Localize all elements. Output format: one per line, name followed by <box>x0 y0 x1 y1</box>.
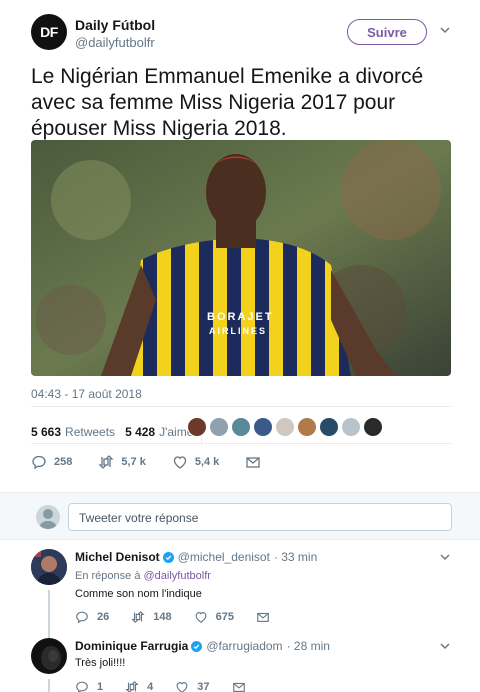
reply-author-name[interactable]: Dominique Farrugia <box>75 639 188 653</box>
divider <box>31 443 451 444</box>
chevron-down-icon[interactable] <box>439 24 451 36</box>
reply-count: 26 <box>97 611 110 623</box>
retweet-icon <box>98 455 114 469</box>
chevron-down-icon[interactable] <box>439 640 451 652</box>
retweet-count: 4 <box>147 681 154 692</box>
tweet-timestamp[interactable]: 04:43 - 17 août 2018 <box>31 387 142 401</box>
reply-time[interactable]: · 28 min <box>287 639 330 653</box>
retweets-label[interactable]: Retweets <box>65 425 115 439</box>
reply-icon <box>32 455 46 470</box>
chevron-down-icon[interactable] <box>439 551 451 563</box>
verified-icon <box>191 640 203 652</box>
thread-line <box>48 679 50 692</box>
reply-tweet: Dominique Farrugia @farrugiadom · 28 min… <box>0 635 480 692</box>
heart-icon <box>176 682 188 692</box>
in-reply-prefix: En réponse à <box>75 570 141 582</box>
avatar[interactable] <box>231 417 251 437</box>
reply-icon <box>76 611 88 624</box>
envelope-icon <box>246 457 260 468</box>
envelope-icon <box>232 682 245 692</box>
reply-header: Dominique Farrugia @farrugiadom · 28 min <box>75 639 330 653</box>
avatar[interactable] <box>31 638 67 674</box>
reply-count: 258 <box>54 456 73 468</box>
tweet-stats: 5 663 Retweets 5 428 J'aime <box>31 419 210 445</box>
retweets-count[interactable]: 5 663 <box>31 425 61 439</box>
likes-count[interactable]: 5 428 <box>125 425 155 439</box>
direct-message-button[interactable] <box>232 680 254 692</box>
like-count: 675 <box>215 611 234 623</box>
reply-button[interactable]: 1 <box>75 680 103 692</box>
author-handle[interactable]: @dailyfutbolfr <box>75 35 155 50</box>
reply-count: 1 <box>97 681 104 692</box>
in-reply-to: En réponse à @dailyfutbolfr <box>75 570 211 582</box>
avatar[interactable] <box>209 417 229 437</box>
author-avatar[interactable]: DF <box>31 14 67 50</box>
retweet-count: 148 <box>153 611 172 623</box>
direct-message-button[interactable] <box>245 454 268 470</box>
reply-author-handle[interactable]: @farrugiadom <box>206 639 282 653</box>
like-count: 5,4 k <box>194 456 220 468</box>
reply-tweet: Michel Denisot @michel_denisot · 33 min … <box>0 540 480 638</box>
tweet-actions: 258 5,7 k 5,4 k <box>31 454 294 470</box>
in-reply-handle[interactable]: @dailyfutbolfr <box>144 570 211 582</box>
jersey-sponsor-text: BORAJET <box>207 311 274 323</box>
main-tweet: DF Daily Fútbol @dailyfutbolfr Suivre Le… <box>0 0 480 492</box>
direct-message-button[interactable] <box>256 610 278 624</box>
avatar[interactable] <box>187 417 207 437</box>
reply-composer: Tweeter votre réponse <box>0 492 480 540</box>
like-count: 37 <box>197 681 210 692</box>
avatar[interactable] <box>363 417 383 437</box>
reply-header: Michel Denisot @michel_denisot · 33 min <box>75 550 317 564</box>
user-avatar <box>36 505 60 529</box>
follow-button[interactable]: Suivre <box>347 19 427 45</box>
divider <box>31 406 451 407</box>
reply-icon <box>76 681 88 692</box>
reply-actions: 26 148 675 <box>75 610 300 624</box>
reply-text: Comme son nom l'indique <box>75 588 202 600</box>
heart-icon <box>195 612 206 623</box>
retweet-count: 5,7 k <box>121 456 146 468</box>
author-name[interactable]: Daily Fútbol <box>75 17 155 33</box>
verified-icon <box>162 551 174 563</box>
likers-avatars <box>187 417 385 437</box>
avatar[interactable] <box>275 417 295 437</box>
retweet-button[interactable]: 4 <box>125 680 153 692</box>
retweet-icon <box>131 610 145 624</box>
heart-icon <box>173 456 186 469</box>
jersey-sponsor-subtext: AIRLINES <box>209 326 268 336</box>
reply-button[interactable]: 258 <box>31 454 72 470</box>
envelope-icon <box>257 612 269 622</box>
reply-time[interactable]: · 33 min <box>274 550 317 564</box>
reply-button[interactable]: 26 <box>75 610 109 624</box>
avatar[interactable] <box>297 417 317 437</box>
retweet-icon <box>125 680 139 692</box>
avatar[interactable] <box>319 417 339 437</box>
tweet-text: Le Nigérian Emmanuel Emenike a divorcé a… <box>31 65 424 140</box>
thread-line <box>48 590 50 638</box>
avatar[interactable] <box>31 549 67 585</box>
avatar[interactable] <box>253 417 273 437</box>
reply-author-handle[interactable]: @michel_denisot <box>178 550 270 564</box>
reply-author-name[interactable]: Michel Denisot <box>75 550 160 564</box>
tweet-photo[interactable]: BORAJET AIRLINES <box>31 140 451 376</box>
retweet-button[interactable]: 148 <box>131 610 172 624</box>
reply-text: Très joli!!!! <box>75 657 126 669</box>
reply-input[interactable]: Tweeter votre réponse <box>68 503 452 531</box>
like-button[interactable]: 5,4 k <box>172 454 219 470</box>
avatar[interactable] <box>341 417 361 437</box>
like-button[interactable]: 675 <box>194 610 234 624</box>
reply-actions: 1 4 37 <box>75 680 276 692</box>
like-button[interactable]: 37 <box>175 680 210 692</box>
retweet-button[interactable]: 5,7 k <box>98 454 146 470</box>
